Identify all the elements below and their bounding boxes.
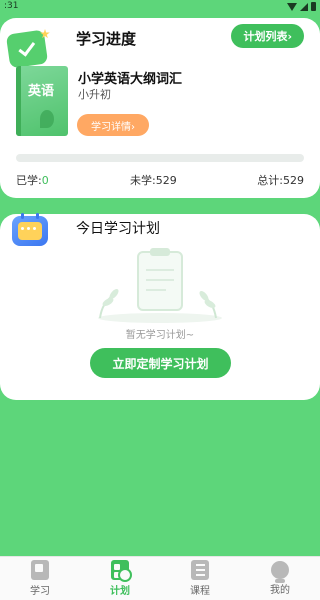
learned-count: 已学:0 xyxy=(16,172,49,188)
tab-courses-label: 课程 xyxy=(190,586,210,597)
tab-me[interactable]: 我的 xyxy=(240,557,320,600)
today-plan-card: 今日学习计划 暂无学习计划~ 立即定制学习计划 xyxy=(0,213,320,400)
tab-study[interactable]: 学习 xyxy=(0,557,80,600)
bottom-tab-bar: 学习 计划 课程 我的 xyxy=(0,556,320,600)
signal-icon xyxy=(300,2,308,11)
battery-icon xyxy=(311,2,316,11)
book-icon xyxy=(31,560,49,580)
status-bar: :31 xyxy=(0,0,320,14)
progress-card: 学习进度 计划列表› 英语 小学英语大纲词汇 小升初 学习详情› 已学:0 未学… xyxy=(0,18,320,198)
learned-label: 已学: xyxy=(16,174,42,187)
status-time: :31 xyxy=(4,1,19,11)
plan-icon xyxy=(111,560,132,582)
empty-plan-text: 暂无学习计划~ xyxy=(125,330,195,341)
plan-list-button[interactable]: 计划列表› xyxy=(231,24,304,48)
check-badge-icon xyxy=(5,29,49,69)
total-count: 总计:529 xyxy=(257,174,304,187)
leaf-icon xyxy=(40,110,54,128)
calendar-icon xyxy=(12,213,48,246)
study-details-button[interactable]: 学习详情› xyxy=(77,114,149,136)
profile-icon xyxy=(271,561,289,583)
tab-me-label: 我的 xyxy=(270,585,290,596)
progress-bar xyxy=(16,154,304,162)
unlearned-count: 未学:529 xyxy=(130,174,177,187)
tab-study-label: 学习 xyxy=(30,586,50,597)
empty-clipboard-illustration xyxy=(98,248,222,323)
today-plan-title: 今日学习计划 xyxy=(76,221,160,237)
tab-courses[interactable]: 课程 xyxy=(160,557,240,600)
book-cover[interactable]: 英语 xyxy=(16,66,68,136)
list-icon xyxy=(191,560,209,580)
book-subtitle: 小升初 xyxy=(78,88,111,101)
learned-value: 0 xyxy=(41,174,49,187)
tab-plan[interactable]: 计划 xyxy=(80,557,160,600)
wifi-icon xyxy=(287,2,297,11)
progress-title: 学习进度 xyxy=(76,30,137,48)
status-icons xyxy=(287,2,316,11)
book-cover-label: 英语 xyxy=(28,84,55,99)
create-plan-button[interactable]: 立即定制学习计划 xyxy=(90,348,231,378)
tab-plan-label: 计划 xyxy=(110,586,130,597)
book-title: 小学英语大纲词汇 xyxy=(78,72,183,87)
